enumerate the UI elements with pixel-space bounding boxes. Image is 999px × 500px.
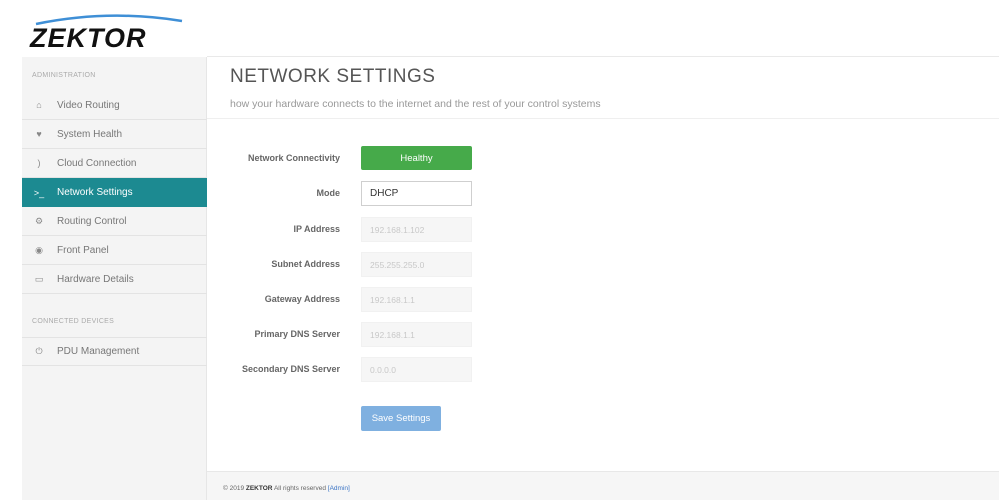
footer: © 2019 ZEKTOR All rights reserved [Admin… xyxy=(207,471,999,500)
header-divider xyxy=(207,56,999,57)
sidebar-item-front-panel[interactable]: ◉ Front Panel xyxy=(22,236,207,265)
gateway-address-label: Gateway Address xyxy=(264,294,340,304)
page-title: NETWORK SETTINGS xyxy=(230,66,436,87)
sidebar-item-label: Hardware Details xyxy=(57,273,134,285)
save-settings-button[interactable]: Save Settings xyxy=(361,406,441,431)
sidebar-item-routing-control[interactable]: ⚙ Routing Control xyxy=(22,207,207,236)
subnet-address-field[interactable]: 255.255.255.0 xyxy=(361,252,472,277)
sidebar-item-pdu-management[interactable]: ⏻ PDU Management xyxy=(22,337,207,366)
mode-label: Mode xyxy=(316,188,341,198)
logo-text: ZEKTOR xyxy=(30,23,147,53)
sidebar: ZEKTOR ADMINISTRATION ⌂ Video Routing ♥ … xyxy=(0,0,207,500)
content-divider xyxy=(207,118,999,119)
ip-address-field[interactable]: 192.168.1.102 xyxy=(361,217,472,242)
footer-copyright: © 2019 xyxy=(223,485,245,492)
ip-address-label: IP Address xyxy=(293,224,340,234)
footer-admin-link[interactable]: [Admin] xyxy=(328,485,350,492)
sidebar-item-label: PDU Management xyxy=(57,346,140,357)
section-label-connected-devices: CONNECTED DEVICES xyxy=(32,318,115,325)
sidebar-item-label: Front Panel xyxy=(57,244,109,256)
power-icon: ⏻ xyxy=(35,346,43,356)
mode-select[interactable]: DHCP xyxy=(361,181,472,206)
sidebar-item-hardware-details[interactable]: ▭ Hardware Details xyxy=(22,265,207,294)
gateway-address-field[interactable]: 192.168.1.1 xyxy=(361,287,472,312)
page-subtitle: how your hardware connects to the intern… xyxy=(230,98,601,110)
section-label-administration: ADMINISTRATION xyxy=(32,72,96,79)
secondary-dns-field[interactable]: 0.0.0.0 xyxy=(361,357,472,382)
sidebar-item-label: System Health xyxy=(57,128,123,140)
connectivity-label: Network Connectivity xyxy=(247,153,340,163)
terminal-icon: >_ xyxy=(33,187,45,198)
hdd-icon: ▭ xyxy=(34,273,44,284)
sidebar-item-label: Network Settings xyxy=(57,187,133,198)
sidebar-item-cloud-connection[interactable]: ) Cloud Connection xyxy=(22,149,207,178)
home-icon: ⌂ xyxy=(36,100,42,110)
sidebar-item-system-health[interactable]: ♥ System Health xyxy=(22,120,207,149)
cogs-icon: ⚙ xyxy=(34,215,44,226)
circle-dot-icon: ◉ xyxy=(35,244,43,255)
subnet-address-label: Subnet Address xyxy=(271,259,340,269)
sidebar-item-label: Video Routing xyxy=(57,99,120,111)
zektor-logo[interactable]: ZEKTOR xyxy=(30,13,190,53)
sidebar-item-video-routing[interactable]: ⌂ Video Routing xyxy=(22,91,207,120)
heart-icon: ♥ xyxy=(36,129,42,139)
secondary-dns-label: Secondary DNS Server xyxy=(241,364,340,374)
connectivity-status-badge: Healthy xyxy=(361,146,472,170)
rss-icon: ) xyxy=(37,158,41,168)
primary-dns-label: Primary DNS Server xyxy=(254,329,340,339)
primary-dns-field[interactable]: 192.168.1.1 xyxy=(361,322,472,347)
footer-rights: All rights reserved xyxy=(273,485,326,492)
sidebar-item-label: Cloud Connection xyxy=(57,157,137,169)
footer-brand: ZEKTOR xyxy=(245,485,273,492)
sidebar-item-network-settings[interactable]: >_ Network Settings xyxy=(22,178,207,207)
sidebar-item-label: Routing Control xyxy=(57,215,127,227)
footer-text: © 2019 ZEKTOR All rights reserved [Admin… xyxy=(223,485,350,492)
